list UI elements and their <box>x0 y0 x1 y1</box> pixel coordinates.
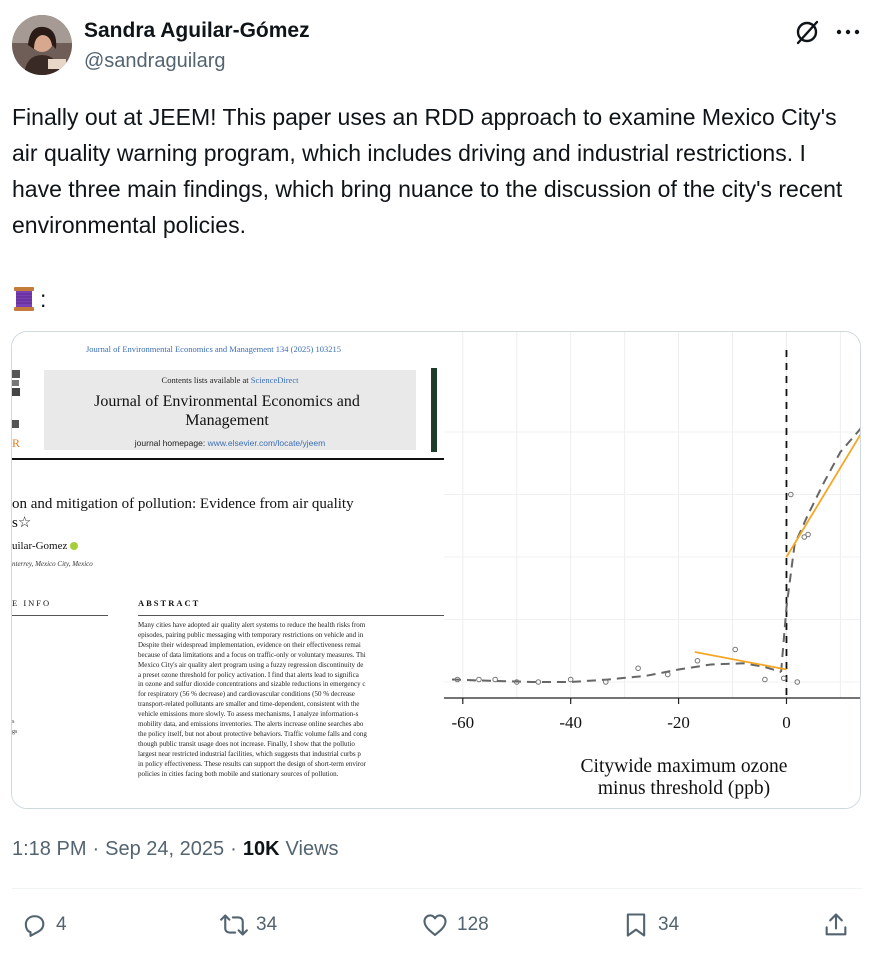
abstract-line: the policy itself, but not about protect… <box>138 729 367 738</box>
affiliation: nterrey, Mexico City, Mexico <box>12 560 93 568</box>
reply-count: 4 <box>56 914 67 935</box>
x-tick-label: -40 <box>559 713 582 732</box>
meta-separator: · <box>230 838 237 860</box>
heart-icon <box>423 914 447 936</box>
contents-line: Contents lists available at ScienceDirec… <box>12 375 444 385</box>
post-date[interactable]: Sep 24, 2025 <box>105 838 224 861</box>
action-bar: 4 34 128 34 <box>0 905 877 945</box>
orcid-icon <box>70 542 79 550</box>
data-point <box>476 676 482 683</box>
actions-divider <box>12 888 862 889</box>
abstract-line: in ozone and sulfur dioxide concentratio… <box>138 680 366 689</box>
data-point <box>664 671 671 678</box>
abstract-heading: ABSTRACT <box>138 598 201 608</box>
dashed-fit-right <box>780 427 860 673</box>
views-count: 10K <box>242 838 280 860</box>
abstract-line: because of data limitations and a focus … <box>138 650 366 659</box>
info-fragment: s <box>12 719 15 725</box>
x-tick-label: -60 <box>451 713 474 732</box>
data-point <box>805 531 811 538</box>
article-title-line2: s☆ <box>12 515 32 531</box>
paper-author-name: uilar-Gomez <box>12 540 68 552</box>
author-name[interactable]: Sandra Aguilar-Gómez <box>84 19 310 43</box>
abstract-rule <box>138 615 444 616</box>
author-handle[interactable]: @sandraguilarg <box>84 50 226 73</box>
homepage-prefix: journal homepage: <box>134 438 208 448</box>
abstract-line: Mexico City's air quality alert program … <box>138 660 364 669</box>
info-fragment: gs <box>12 729 18 735</box>
abstract-line: for respiratory (56 % decrease) and card… <box>138 690 355 699</box>
avatar[interactable] <box>12 15 72 75</box>
sciencedirect-link: ScienceDirect <box>250 375 299 385</box>
paper-author: uilar-Gomez <box>12 540 79 552</box>
journal-title: Journal of Environmental Economics and M… <box>52 392 402 430</box>
abstract-line: in policy effectiveness. These results c… <box>138 759 366 768</box>
data-point <box>762 676 768 683</box>
x-tick-label: 0 <box>782 713 791 732</box>
abstract-line: a preset ozone threshold for policy acti… <box>138 670 359 679</box>
reply-button[interactable]: 4 <box>20 905 67 945</box>
views-label: Views <box>285 838 339 860</box>
bookmark-button[interactable]: 34 <box>622 905 679 945</box>
like-count: 128 <box>457 914 489 935</box>
abstract-line: episodes, pairing public messaging with … <box>138 630 364 639</box>
post-text: Finally out at JEEM! This paper uses an … <box>12 104 843 238</box>
abstract-line: Many cities have adopted air quality ale… <box>138 621 366 629</box>
dashed-fit-left <box>451 662 782 683</box>
more-options-icon[interactable] <box>835 20 861 44</box>
rdd-plot: -60 -40 -20 0 Citywide maximum ozone minus th… <box>444 332 860 808</box>
journal-reference: Journal of Environmental Economics and M… <box>86 344 341 354</box>
paper-screenshot: Journal of Environmental Economics and M… <box>12 332 444 808</box>
reply-icon <box>24 915 45 937</box>
abstract-line: largest near restricted industrial facil… <box>138 749 361 758</box>
x-axis-label-line1: Citywide maximum ozone <box>581 756 788 777</box>
thread-suffix: : <box>40 286 47 312</box>
abstract-line: transport-related pollutants are smaller… <box>138 700 360 709</box>
journal-homepage: journal homepage: www.elsevier.com/locat… <box>12 438 444 448</box>
abstract-line: vehicle emissions more slowly. To assess… <box>138 710 359 719</box>
article-title-line1: on and mitigation of pollution: Evidence… <box>12 496 354 512</box>
x-tick-label: -20 <box>667 713 690 732</box>
repost-count: 34 <box>256 914 278 935</box>
bookmark-icon <box>626 913 646 937</box>
info-rule <box>12 615 108 616</box>
repost-icon <box>220 914 248 936</box>
abstract-line: though public transit usage does not inc… <box>138 739 355 748</box>
data-point <box>694 657 701 664</box>
repost-button[interactable]: 34 <box>220 905 277 945</box>
post-meta: 1:18 PM · Sep 24, 2025 · 10K Views <box>12 838 339 861</box>
abstract-line: policies in cities facing both mobile an… <box>138 769 339 778</box>
header-rule <box>12 458 444 460</box>
bookmark-count: 34 <box>658 914 680 935</box>
spool-of-thread-icon <box>12 286 36 312</box>
share-button[interactable] <box>822 905 850 945</box>
info-fragments: s gs <box>12 717 17 737</box>
article-title: on and mitigation of pollution: Evidence… <box>12 495 354 533</box>
share-icon <box>825 913 847 936</box>
grok-icon[interactable] <box>793 18 821 46</box>
thread-indicator: : <box>12 281 46 317</box>
journal-cover-edge <box>431 368 437 452</box>
rdd-plot-svg: -60 -40 -20 0 Citywide maximum ozoneminus th… <box>444 332 860 799</box>
data-point <box>732 646 739 653</box>
post-media[interactable]: Journal of Environmental Economics and M… <box>11 331 861 809</box>
data-point <box>492 676 498 683</box>
x-axis-label-line2: minus threshold (ppb) <box>598 778 770 799</box>
data-point <box>635 665 641 672</box>
abstract-line: Despite their widespread implementation,… <box>138 640 361 649</box>
linear-fit-left <box>694 651 787 671</box>
meta-separator: · <box>92 838 100 860</box>
like-button[interactable]: 128 <box>421 905 489 945</box>
abstract-line: mobility data, and emissions inventories… <box>138 720 364 729</box>
homepage-link: www.elsevier.com/locate/yjeem <box>207 438 326 448</box>
journal-title-line2: Management <box>185 412 269 429</box>
journal-title-line1: Journal of Environmental Economics and <box>94 393 360 410</box>
abstract-text: Many cities have adopted air quality ale… <box>138 621 444 780</box>
contents-prefix: Contents lists available at <box>161 375 251 385</box>
post-time[interactable]: 1:18 PM <box>12 838 86 861</box>
data-point <box>780 675 787 682</box>
article-info-heading: E INFO <box>12 598 52 608</box>
